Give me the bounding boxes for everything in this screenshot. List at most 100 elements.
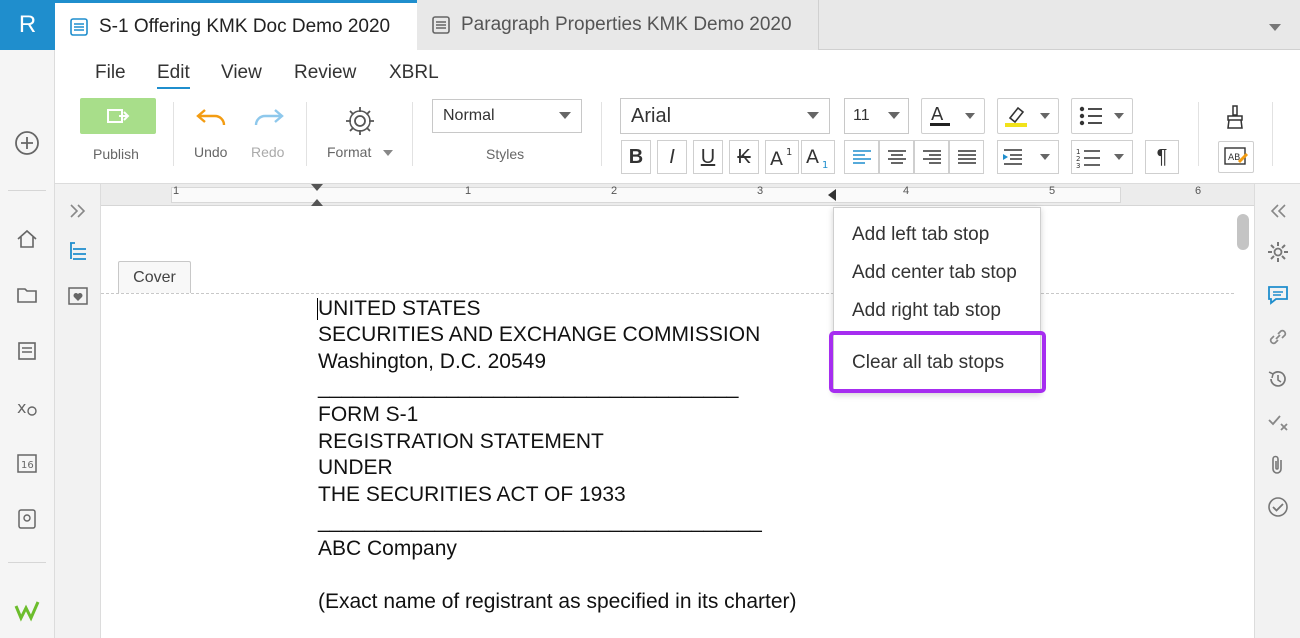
doc-line: UNITED STATES	[318, 297, 481, 320]
insights-icon[interactable]	[12, 504, 42, 534]
app-rail: R x 16	[0, 0, 55, 638]
formula-icon[interactable]: x	[12, 392, 42, 422]
numbered-list-button[interactable]: 123	[1071, 140, 1133, 174]
doc-line: FORM S-1	[318, 403, 419, 426]
comments-icon[interactable]	[1265, 282, 1291, 308]
align-center-button[interactable]	[879, 140, 914, 174]
menu-view[interactable]: View	[221, 62, 262, 84]
document-icon	[432, 16, 450, 34]
ruler[interactable]: 1 1 2 3 4 5 6	[101, 184, 1254, 206]
section-tab-cover[interactable]: Cover	[118, 261, 191, 293]
align-left-button[interactable]	[844, 140, 879, 174]
tab-s1-offering[interactable]: S-1 Offering KMK Doc Demo 2020	[55, 0, 417, 51]
undo-icon[interactable]	[195, 106, 229, 135]
menu-item-add-center-tab-stop[interactable]: Add center tab stop	[852, 262, 1017, 284]
redo-label[interactable]: Redo	[251, 144, 284, 160]
menu-item-add-left-tab-stop[interactable]: Add left tab stop	[852, 224, 989, 246]
folder-icon[interactable]	[12, 280, 42, 310]
doc-line: SECURITIES AND EXCHANGE COMMISSION	[318, 323, 761, 346]
font-size-select[interactable]: 11	[844, 98, 909, 134]
bullet-list-button[interactable]	[1071, 98, 1133, 134]
align-right-icon	[922, 150, 941, 164]
menu-item-add-right-tab-stop[interactable]: Add right tab stop	[852, 300, 1001, 322]
attachment-icon[interactable]	[1265, 452, 1291, 478]
ruler-number: 6	[1195, 185, 1202, 197]
bullet-list-icon	[1079, 106, 1124, 126]
superscript-icon: A1	[770, 147, 792, 169]
redo-icon[interactable]	[251, 106, 285, 135]
tab-label: S-1 Offering KMK Doc Demo 2020	[99, 16, 391, 37]
numbered-list-icon: 123	[1076, 148, 1124, 168]
comments-heart-icon[interactable]	[65, 284, 91, 310]
doc-line: THE SECURITIES ACT OF 1933	[318, 483, 626, 506]
strikethrough-button[interactable]: K	[729, 140, 759, 174]
vertical-scrollbar[interactable]	[1234, 206, 1254, 638]
indent-marker-icon[interactable]	[310, 184, 324, 206]
tab-stop-marker-icon[interactable]	[827, 189, 837, 201]
tab-paragraph-properties[interactable]: Paragraph Properties KMK Demo 2020	[417, 0, 819, 50]
link-icon[interactable]	[1265, 324, 1291, 350]
subscript-icon: A1	[806, 146, 828, 169]
menu-review[interactable]: Review	[294, 62, 356, 84]
settings-icon[interactable]	[1265, 239, 1291, 265]
svg-text:3: 3	[1076, 162, 1080, 168]
ruler-number: 1	[465, 185, 472, 197]
menu-edit[interactable]: Edit	[157, 62, 190, 89]
styles-label: Styles	[486, 146, 525, 162]
underline-button[interactable]: U	[693, 140, 723, 174]
styles-select[interactable]: Normal	[432, 99, 582, 133]
scrollbar-thumb[interactable]	[1237, 214, 1249, 250]
workiva-logo-icon	[12, 596, 42, 626]
align-center-icon	[887, 150, 906, 164]
spellcheck-button[interactable]: AB	[1218, 141, 1254, 173]
font-select[interactable]: Arial	[620, 98, 830, 134]
app-logo[interactable]: R	[0, 0, 55, 50]
ruler-number: 1	[173, 185, 180, 197]
add-icon[interactable]	[12, 128, 42, 158]
chevron-down-icon	[888, 112, 900, 119]
toolbar: Publish Undo Redo Format Normal Styles A…	[55, 94, 1300, 184]
subscript-button[interactable]: A1	[801, 140, 835, 174]
doc-line: ____________________________________	[318, 376, 739, 399]
tab-overflow-dropdown[interactable]	[1268, 20, 1282, 38]
format-label[interactable]: Format	[327, 144, 371, 160]
justify-button[interactable]	[949, 140, 984, 174]
indent-button[interactable]	[997, 140, 1059, 174]
font-color-button[interactable]: A	[921, 98, 985, 134]
doc-line: ______________________________________	[318, 510, 762, 533]
highlight-color-button[interactable]	[997, 98, 1059, 134]
align-left-icon	[852, 150, 871, 164]
font-color-icon: A	[930, 104, 975, 126]
ruler-number: 5	[1049, 185, 1056, 197]
left-side-panel	[55, 184, 101, 638]
home-icon[interactable]	[12, 224, 42, 254]
clear-formatting-icon[interactable]	[1223, 104, 1247, 135]
collapse-panel-icon[interactable]	[1265, 198, 1291, 224]
svg-text:A: A	[770, 148, 783, 169]
svg-text:AB: AB	[1228, 153, 1240, 163]
doc-line: (Exact name of registrant as specified i…	[318, 590, 797, 613]
highlighter-icon	[1005, 106, 1050, 127]
calendar-icon[interactable]: 16	[12, 448, 42, 478]
show-formatting-button[interactable]: ¶	[1145, 140, 1179, 174]
menu-xbrl[interactable]: XBRL	[389, 62, 439, 84]
font-size-value: 11	[853, 107, 870, 124]
undo-label[interactable]: Undo	[194, 144, 227, 160]
ruler-number: 3	[757, 185, 764, 197]
document-icon[interactable]	[12, 336, 42, 366]
superscript-button[interactable]: A1	[765, 140, 799, 174]
align-right-button[interactable]	[914, 140, 949, 174]
svg-text:x: x	[17, 398, 26, 417]
document-canvas[interactable]	[101, 206, 1234, 638]
approval-check-icon[interactable]	[1265, 494, 1291, 520]
gear-icon[interactable]	[343, 104, 377, 143]
svg-text:1: 1	[786, 147, 792, 158]
menu-file[interactable]: File	[95, 62, 126, 84]
history-icon[interactable]	[1265, 366, 1291, 392]
expand-panel-icon[interactable]	[65, 198, 91, 224]
italic-button[interactable]: I	[657, 140, 687, 174]
bold-button[interactable]: B	[621, 140, 651, 174]
outline-icon[interactable]	[65, 238, 91, 264]
publish-button[interactable]	[80, 98, 156, 134]
tasks-icon[interactable]	[1265, 408, 1291, 434]
